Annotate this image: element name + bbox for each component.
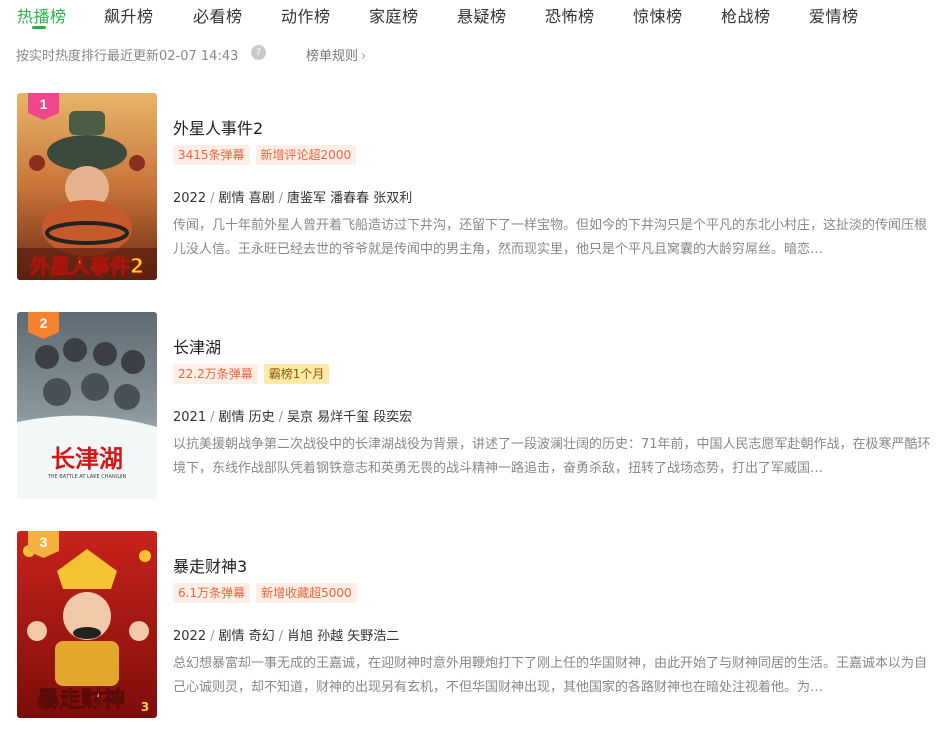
- poster-title-text: 暴走财神: [36, 687, 125, 713]
- tab-action[interactable]: 动作榜: [281, 3, 331, 27]
- movie-title[interactable]: 长津湖: [173, 334, 221, 358]
- list-item: 外星人事件2 1 外星人事件2 3415条弹幕 新增评论超2000 2022/剧情…: [0, 93, 943, 283]
- category-tabs: 热播榜 飙升榜 必看榜 动作榜 家庭榜 悬疑榜 恐怖榜 惊悚榜 枪战榜 爱情榜: [0, 0, 943, 30]
- poster-subtitle-text: THE BATTLE AT LAKE CHANGJIN: [47, 474, 127, 480]
- poster-title-text: 外星人事件2: [30, 254, 144, 278]
- poster-art-changjinhu: 长津湖 THE BATTLE AT LAKE CHANGJIN: [17, 312, 157, 499]
- tab-rising[interactable]: 飙升榜: [104, 3, 154, 27]
- poster-title-text: 长津湖: [51, 445, 123, 473]
- year: 2022: [173, 191, 207, 206]
- genres: 剧情 喜剧: [218, 191, 275, 206]
- movie-meta: 2022/剧情 奇幻 / 肖旭 孙越 矢野浩二: [173, 629, 400, 644]
- hot-tag: 新增评论超2000: [255, 145, 357, 165]
- movie-title[interactable]: 暴走财神3: [173, 553, 247, 577]
- favorites-tag: 新增收藏超5000: [256, 583, 357, 603]
- poster-image[interactable]: 暴走财神 3 3: [17, 531, 157, 718]
- tab-suspense[interactable]: 悬疑榜: [457, 3, 507, 27]
- genres: 剧情 奇幻: [218, 629, 275, 644]
- movie-description: 传闻，几十年前外星人曾开着飞船造访过下井沟，还留下了一样宝物。但如今的下井沟只是…: [173, 218, 928, 257]
- info-icon[interactable]: ?: [251, 45, 266, 60]
- rank-number: 2: [39, 315, 48, 331]
- tag-list: 6.1万条弹幕 新增收藏超5000: [173, 582, 363, 603]
- rank-badge: 3: [28, 531, 59, 558]
- cast: 肖旭 孙越 矢野浩二: [287, 629, 400, 644]
- poster-number-text: 3: [141, 700, 149, 714]
- movie-title[interactable]: 外星人事件2: [173, 115, 263, 139]
- update-time-text: 按实时热度排行最近更新02-07 14:43: [16, 49, 239, 64]
- cast: 吴京 易烊千玺 段奕宏: [287, 410, 413, 425]
- tab-thriller[interactable]: 惊悚榜: [633, 3, 683, 27]
- tab-gunfight[interactable]: 枪战榜: [721, 3, 771, 27]
- rank-badge: 1: [28, 93, 59, 120]
- rank-badge: 2: [28, 312, 59, 339]
- movie-meta: 2021/剧情 历史 / 吴京 易烊千玺 段奕宏: [173, 410, 413, 425]
- tab-hot[interactable]: 热播榜: [17, 3, 67, 27]
- ranking-rules-label: 榜单规则: [306, 49, 359, 64]
- year: 2021: [173, 410, 207, 425]
- movie-meta: 2022/剧情 喜剧 / 唐鉴军 潘春春 张双利: [173, 191, 413, 206]
- danmu-count-tag: 6.1万条弹幕: [173, 583, 251, 603]
- chevron-right-icon: ›: [361, 49, 367, 64]
- danmu-count-tag: 22.2万条弹幕: [173, 364, 258, 384]
- rank-number: 3: [39, 534, 48, 550]
- poster-image[interactable]: 长津湖 THE BATTLE AT LAKE CHANGJIN 2: [17, 312, 157, 499]
- tab-family[interactable]: 家庭榜: [369, 3, 419, 27]
- poster-art-waixingren: 外星人事件2: [17, 93, 157, 280]
- genres: 剧情 历史: [218, 410, 275, 425]
- tab-horror[interactable]: 恐怖榜: [545, 3, 595, 27]
- year: 2022: [173, 629, 207, 644]
- movie-description: 总幻想暴富却一事无成的王嘉诚，在迎财神时意外用鞭炮打下了刚上任的华国财神，由此开…: [173, 656, 928, 695]
- danmu-count-tag: 3415条弹幕: [173, 145, 250, 165]
- tab-must-watch[interactable]: 必看榜: [193, 3, 243, 27]
- list-item: 长津湖 THE BATTLE AT LAKE CHANGJIN 2 长津湖 22…: [0, 312, 943, 502]
- tag-list: 3415条弹幕 新增评论超2000: [173, 144, 362, 165]
- cast: 唐鉴军 潘春春 张双利: [287, 191, 413, 206]
- movie-description: 以抗美援朝战争第二次战役中的长津湖战役为背景，讲述了一段波澜壮阔的历史：71年前…: [173, 437, 931, 476]
- trending-tag: 霸榜1个月: [263, 364, 330, 384]
- ranking-rules-link[interactable]: 榜单规则 ›: [306, 45, 366, 64]
- poster-art-baozoucaishen: 暴走财神 3: [17, 531, 157, 718]
- rank-number: 1: [39, 96, 48, 112]
- poster-image[interactable]: 外星人事件2 1: [17, 93, 157, 280]
- list-item: 暴走财神 3 3 暴走财神3 6.1万条弹幕 新增收藏超5000 2022/剧情 …: [0, 531, 943, 721]
- tag-list: 22.2万条弹幕 霸榜1个月: [173, 363, 335, 384]
- active-tab-indicator: [32, 26, 46, 29]
- tab-romance[interactable]: 爱情榜: [809, 3, 859, 27]
